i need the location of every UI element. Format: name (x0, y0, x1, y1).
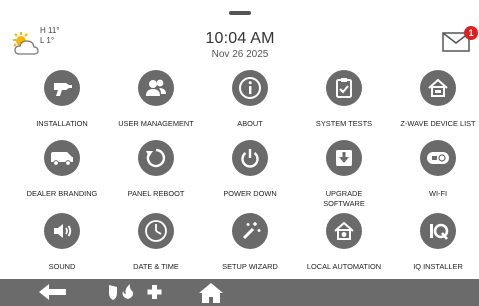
tile-label: Z-WAVE DEVICE LIST (400, 119, 476, 128)
tile-wi-fi[interactable]: WI-FI (390, 140, 479, 202)
temperature-low: L 1° (40, 36, 55, 45)
tile-system-tests[interactable]: SYSTEM TESTS (296, 70, 392, 132)
magic-wand-icon (232, 213, 268, 249)
van-icon (44, 140, 80, 176)
current-time: 10:04 AM (205, 30, 275, 47)
tile-panel-reboot[interactable]: PANEL REBOOT (108, 140, 204, 202)
tile-label: DATE & TIME (133, 262, 179, 271)
drill-icon (44, 70, 80, 106)
tile-label: DEALER BRANDING (26, 189, 98, 198)
tile-iq-installer[interactable]: IQ INSTALLER (390, 213, 479, 275)
tile-dealer-branding[interactable]: DEALER BRANDING (14, 140, 110, 202)
tile-date-time[interactable]: DATE & TIME (108, 213, 204, 275)
bottom-navigation-bar (0, 279, 479, 306)
weather-widget[interactable]: H 11° L 1° (10, 26, 70, 66)
unread-badge: 1 (464, 26, 478, 40)
tile-label: SYSTEM TESTS (315, 119, 373, 128)
current-date: Nov 26 2025 (211, 49, 269, 60)
tile-label: PANEL REBOOT (127, 189, 185, 198)
reboot-icon (138, 140, 174, 176)
iq-installer-icon (420, 213, 456, 249)
tile-label: SOUND (48, 262, 76, 271)
tile-power-down[interactable]: POWER DOWN (202, 140, 298, 202)
temperature-high: H 11° (40, 26, 60, 35)
emergency-icon[interactable] (104, 283, 166, 301)
wifi-router-icon (420, 140, 456, 176)
speaker-icon (44, 213, 80, 249)
temperature-range: H 11° L 1° (40, 26, 60, 46)
tile-label: LOCAL AUTOMATION (306, 262, 382, 271)
settings-grid: INSTALLATION USER MANAGEMENT ABOUT SYSTE… (0, 70, 479, 280)
home-icon[interactable] (198, 283, 224, 303)
tile-label: USER MANAGEMENT (118, 119, 194, 128)
tile-upgrade-software[interactable]: UPGRADE SOFTWARE (296, 140, 392, 208)
tile-z-wave-device-list[interactable]: Z-WAVE DEVICE LIST (390, 70, 479, 132)
power-icon (232, 140, 268, 176)
home-device-icon (420, 70, 456, 106)
home-gear-icon (326, 213, 362, 249)
info-icon (232, 70, 268, 106)
download-icon (326, 140, 362, 176)
tile-label: POWER DOWN (223, 189, 277, 198)
tile-label: INSTALLATION (36, 119, 88, 128)
tile-label: ABOUT (237, 119, 263, 128)
tile-about[interactable]: ABOUT (202, 70, 298, 132)
tile-setup-wizard[interactable]: SETUP WIZARD (202, 213, 298, 275)
tile-label: UPGRADE SOFTWARE (323, 189, 365, 208)
clock-icon (138, 213, 174, 249)
users-icon (138, 70, 174, 106)
tile-local-automation[interactable]: LOCAL AUTOMATION (296, 213, 392, 275)
tile-label: IQ INSTALLER (413, 262, 463, 271)
messages-button[interactable]: 1 (442, 26, 478, 52)
back-arrow-icon[interactable] (38, 283, 68, 301)
tile-sound[interactable]: SOUND (14, 213, 110, 275)
tile-label: SETUP WIZARD (222, 262, 278, 271)
tile-user-management[interactable]: USER MANAGEMENT (108, 70, 204, 132)
tile-installation[interactable]: INSTALLATION (14, 70, 110, 132)
tile-label: WI-FI (428, 189, 448, 198)
pull-down-handle[interactable] (229, 11, 251, 15)
partly-sunny-icon (13, 32, 39, 55)
clipboard-check-icon (326, 70, 362, 106)
clock-widget[interactable]: 10:04 AM Nov 26 2025 (190, 30, 290, 60)
screen: H 11° L 1° 10:04 AM Nov 26 2025 1 INSTAL… (0, 0, 479, 306)
